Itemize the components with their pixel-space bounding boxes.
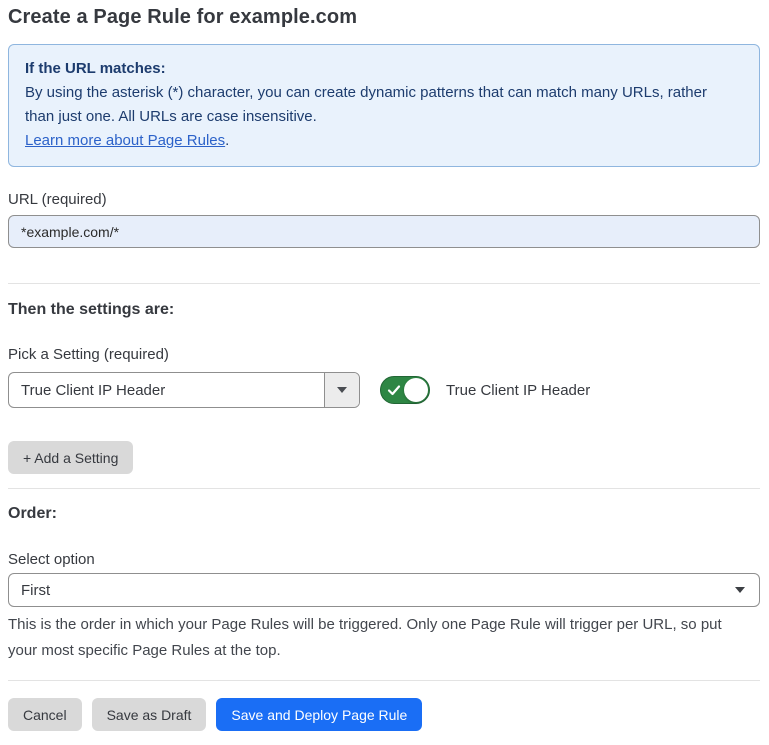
chevron-down-icon <box>735 587 745 593</box>
save-and-deploy-button[interactable]: Save and Deploy Page Rule <box>216 698 422 731</box>
setting-row: True Client IP Header True Client IP Hea… <box>8 372 760 408</box>
learn-more-link[interactable]: Learn more about Page Rules <box>25 132 225 149</box>
order-select[interactable]: First <box>8 573 760 607</box>
setting-picker-label: Pick a Setting (required) <box>8 346 760 363</box>
setting-select[interactable]: True Client IP Header <box>8 372 360 408</box>
create-page-rule-form: Create a Page Rule for example.com If th… <box>0 0 769 745</box>
setting-toggle[interactable] <box>380 376 430 404</box>
save-as-draft-button[interactable]: Save as Draft <box>92 698 207 731</box>
divider <box>8 283 760 284</box>
url-input[interactable] <box>8 215 760 248</box>
setting-toggle-label: True Client IP Header <box>446 382 590 399</box>
url-field-label: URL (required) <box>8 191 760 208</box>
order-help-text: This is the order in which your Page Rul… <box>8 612 753 664</box>
order-select-value: First <box>9 574 721 606</box>
order-select-arrow <box>721 574 759 606</box>
setting-select-arrow-segment[interactable] <box>324 373 359 407</box>
order-section-heading: Order: <box>8 505 760 523</box>
info-box-heading: If the URL matches: <box>25 57 743 81</box>
info-link-line: Learn more about Page Rules. <box>25 129 743 153</box>
add-setting-button[interactable]: + Add a Setting <box>8 441 133 474</box>
check-icon <box>387 383 401 397</box>
setting-select-value: True Client IP Header <box>9 373 324 407</box>
toggle-knob[interactable] <box>404 378 428 402</box>
footer-button-row: Cancel Save as Draft Save and Deploy Pag… <box>8 698 760 731</box>
divider <box>8 680 760 681</box>
setting-toggle-group: True Client IP Header <box>380 376 590 404</box>
page-title: Create a Page Rule for example.com <box>8 6 760 29</box>
cancel-button[interactable]: Cancel <box>8 698 82 731</box>
settings-section-heading: Then the settings are: <box>8 301 760 319</box>
url-match-info-box: If the URL matches: By using the asteris… <box>8 44 760 167</box>
info-box-body: By using the asterisk (*) character, you… <box>25 81 725 129</box>
divider <box>8 488 760 489</box>
chevron-down-icon <box>337 387 347 393</box>
order-select-label: Select option <box>8 551 760 568</box>
link-period: . <box>225 132 229 149</box>
